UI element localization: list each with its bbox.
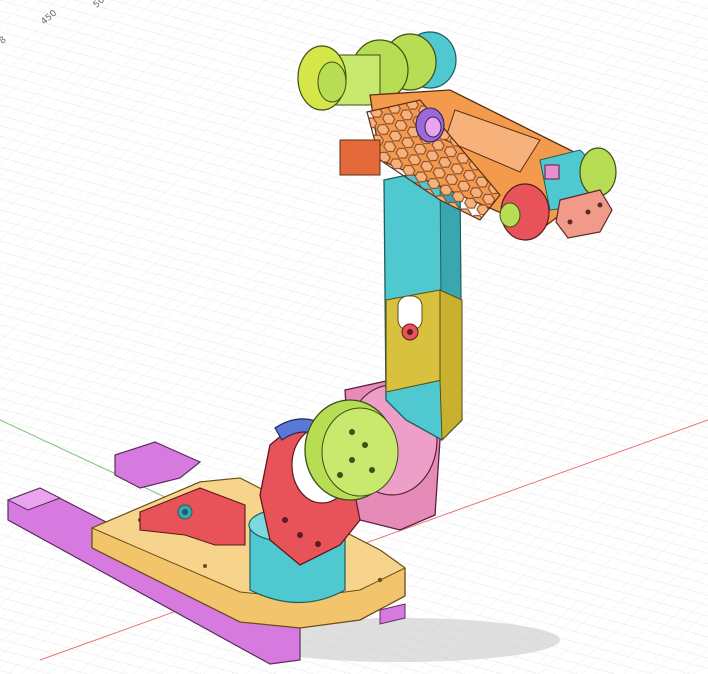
wrist-pulley[interactable] xyxy=(415,107,445,143)
cad-viewport[interactable]: 450 50 8 xyxy=(0,0,708,674)
upper-arm-link[interactable] xyxy=(383,166,463,442)
viewport-canvas[interactable]: 450 50 8 xyxy=(0,0,708,674)
